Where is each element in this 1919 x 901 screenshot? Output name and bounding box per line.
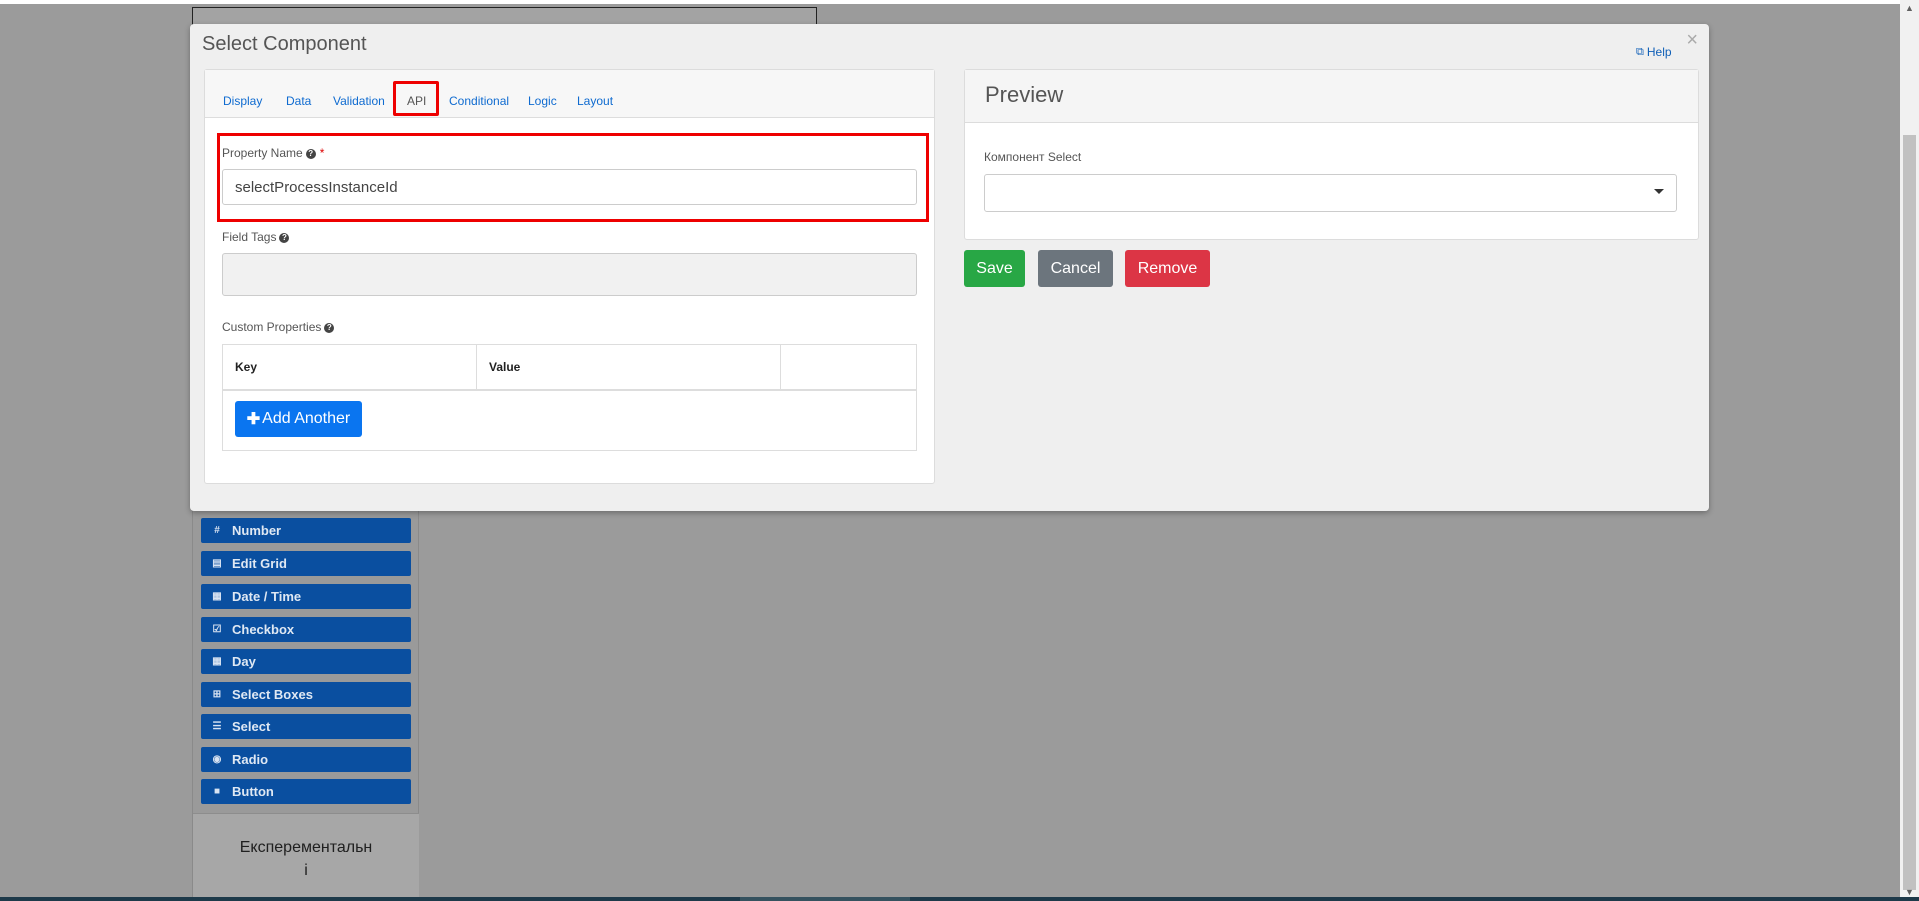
question-circle-icon: ? <box>324 322 335 333</box>
external-link-icon: ⧉ <box>1636 45 1644 58</box>
column-header-value: Value <box>477 345 781 389</box>
taskbar-active-segment <box>740 897 910 901</box>
stop-icon: ■ <box>213 786 221 797</box>
cancel-button[interactable]: Cancel <box>1038 250 1113 287</box>
taskbar <box>0 897 1919 901</box>
component-label: Select Boxes <box>232 687 313 702</box>
custom-properties-table: Key Value ✚ Add Another <box>222 344 917 451</box>
question-circle-icon: ? <box>279 232 290 243</box>
modal-title: Select Component <box>202 33 367 55</box>
builder-canvas-edge <box>192 7 817 25</box>
preview-header: Preview <box>965 70 1698 123</box>
hash-icon: # <box>214 525 220 536</box>
close-icon[interactable]: × <box>1686 29 1698 52</box>
preview-field-label: Компонент Select <box>984 150 1082 164</box>
scroll-up-arrow-icon[interactable]: ▲ <box>1900 0 1919 17</box>
component-radio[interactable]: ◉ Radio <box>201 747 411 772</box>
tab-layout[interactable]: Layout <box>577 94 613 108</box>
add-another-button[interactable]: ✚ Add Another <box>235 401 362 437</box>
component-label: Edit Grid <box>232 556 287 571</box>
help-label: Help <box>1646 45 1672 59</box>
save-button[interactable]: Save <box>964 250 1025 287</box>
component-day[interactable]: ▦ Day <box>201 649 411 674</box>
component-checkbox[interactable]: ☑ Checkbox <box>201 617 411 642</box>
custom-properties-label: Custom Properties? <box>222 320 335 334</box>
component-button[interactable]: ■ Button <box>201 779 411 804</box>
api-tab-highlight <box>393 81 439 116</box>
calendar-icon: ▦ <box>212 591 222 602</box>
field-tags-label-text: Field Tags <box>222 230 277 244</box>
component-label: Radio <box>232 752 269 767</box>
scrollbar-thumb[interactable] <box>1903 135 1916 890</box>
component-label: Day <box>232 654 256 669</box>
question-circle-icon: ? <box>305 148 316 159</box>
tab-display[interactable]: Display <box>223 94 262 108</box>
list-icon: ☰ <box>212 721 222 732</box>
settings-tabs: Display Data Validation API Conditional … <box>205 70 934 118</box>
tab-data[interactable]: Data <box>286 94 311 108</box>
tab-logic[interactable]: Logic <box>528 94 557 108</box>
check-square-icon: ☑ <box>212 624 222 635</box>
custom-properties-label-text: Custom Properties <box>222 320 322 334</box>
plus-icon: ✚ <box>246 411 261 428</box>
preview-select-dropdown[interactable] <box>984 174 1677 212</box>
table-header-divider <box>223 389 916 391</box>
component-number[interactable]: # Number <box>201 518 411 543</box>
property-name-value: selectProcessInstanceId <box>235 178 398 196</box>
plus-square-icon: ⊞ <box>212 689 222 700</box>
caret-down-icon <box>1654 189 1664 194</box>
dot-circle-icon: ◉ <box>212 754 222 765</box>
remove-button[interactable]: Remove <box>1125 250 1210 287</box>
property-name-input[interactable]: selectProcessInstanceId <box>222 169 917 205</box>
experimental-group[interactable]: Експерементальн і <box>193 813 419 901</box>
component-label: Select <box>232 719 271 734</box>
preview-card: Preview Компонент Select <box>964 69 1699 240</box>
top-strip <box>0 0 1919 4</box>
component-label: Checkbox <box>232 622 295 637</box>
component-select-boxes[interactable]: ⊞ Select Boxes <box>201 682 411 707</box>
field-tags-input[interactable] <box>222 253 917 296</box>
property-name-label: Property Name? * <box>222 146 324 160</box>
experimental-title-line2: і <box>304 862 308 879</box>
tab-validation[interactable]: Validation <box>333 94 385 108</box>
add-another-label: Add Another <box>262 410 351 427</box>
tab-conditional[interactable]: Conditional <box>449 94 509 108</box>
preview-title: Preview <box>985 82 1064 107</box>
required-marker: * <box>319 146 325 160</box>
component-label: Number <box>232 523 282 538</box>
table-icon: ▤ <box>212 558 222 569</box>
settings-card: Display Data Validation API Conditional … <box>204 69 935 484</box>
property-name-label-text: Property Name <box>222 146 303 160</box>
component-date-time[interactable]: ▦ Date / Time <box>201 584 411 609</box>
calendar-icon: ▦ <box>212 656 222 667</box>
component-edit-grid[interactable]: ▤ Edit Grid <box>201 551 411 576</box>
field-tags-label: Field Tags? <box>222 230 290 244</box>
experimental-group-title: Експерементальн і <box>193 836 419 882</box>
column-header-key: Key <box>223 345 477 389</box>
component-label: Date / Time <box>232 589 302 604</box>
column-header-actions <box>781 345 918 389</box>
component-settings-modal: Select Component × ⧉ Help Display Data V… <box>190 24 1709 511</box>
component-select[interactable]: ☰ Select <box>201 714 411 739</box>
experimental-title-line1: Експерементальн <box>239 839 373 856</box>
component-label: Button <box>232 784 274 799</box>
help-link[interactable]: ⧉ Help <box>1636 45 1672 59</box>
page-scrollbar[interactable]: ▲ ▼ <box>1900 0 1919 901</box>
